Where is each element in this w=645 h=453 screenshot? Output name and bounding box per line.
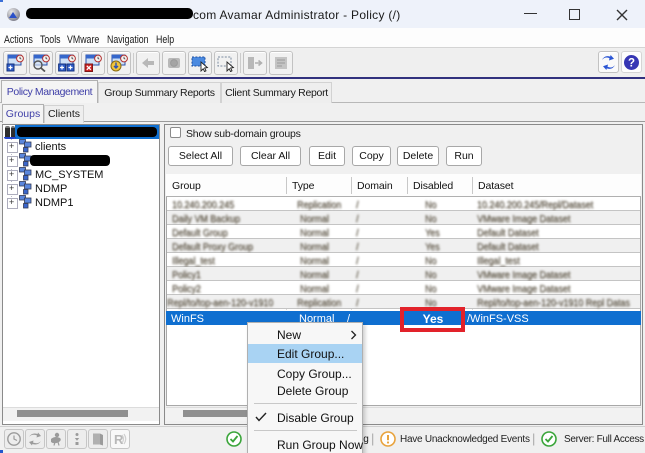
svg-text:R: R [114, 432, 124, 447]
svg-text:?: ? [628, 58, 635, 70]
